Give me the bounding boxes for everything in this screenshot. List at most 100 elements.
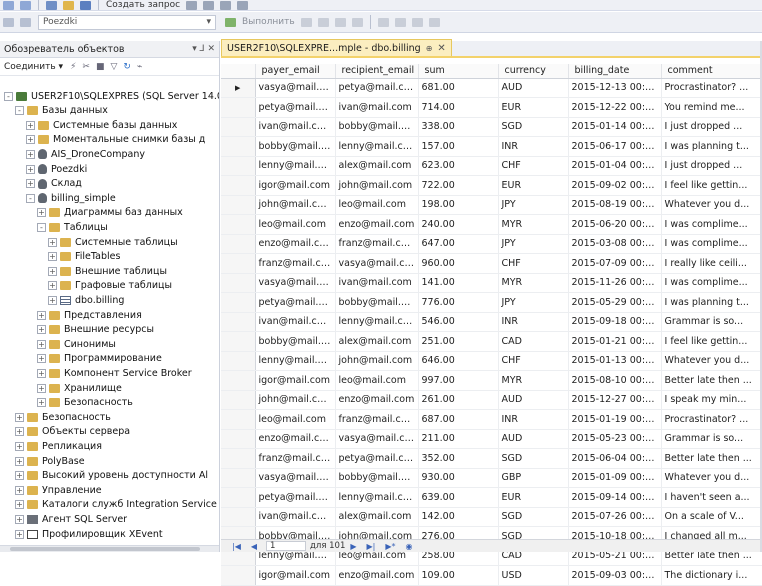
grid-cell-currency[interactable]: SGD [498,117,569,137]
table-row[interactable]: bobby@mail.c... lenny@mail.com 157.00 INR 20… [221,136,762,157]
grid-cell-billing-date[interactable]: 2015-07-09 00:0... [568,253,662,274]
grid-cell-comment[interactable]: I just dropped ... [661,156,762,176]
last-record-icon[interactable]: ▶| [367,542,376,551]
grid-cell-sum[interactable]: 198.00 [418,195,499,215]
table-row[interactable]: lenny@mail.com john@mail.com 646.00 CHF 2015… [221,351,762,371]
grid-cell-billing-date[interactable]: 2015-12-22 00:0... [568,97,662,118]
grid-cell-comment[interactable]: Better late then ... [661,370,762,391]
grid-cell-payer-email[interactable]: john@mail.com [255,195,336,215]
grid-cell-recipient-email[interactable]: petya@mail.com [335,78,419,98]
grid-cell-sum[interactable]: 930.00 [418,468,499,488]
grid-cell-recipient-email[interactable]: enzo@mail.com [335,214,419,235]
row-header[interactable]: ▶ [221,78,256,98]
grid-cell-currency[interactable]: SGD [498,507,569,527]
grid-cell-payer-email[interactable]: igor@mail.com [255,370,336,391]
row-header[interactable] [221,195,256,215]
grid-cell-comment[interactable]: I really like ceili... [661,253,762,274]
grid-cell-billing-date[interactable]: 2015-05-23 00:0... [568,429,662,449]
connect-button[interactable]: Соединить ▾ [4,62,63,72]
back-icon[interactable] [3,0,14,10]
grid-cell-comment[interactable]: I was complime... [661,273,762,293]
grid-cell-billing-date[interactable]: 2015-03-08 00:0... [568,234,662,254]
expand-icon[interactable]: + [26,135,35,145]
grid-cell-sum[interactable]: 997.00 [418,370,499,391]
uncomment-icon[interactable] [394,17,406,27]
tree-node[interactable]: + Компонент Service Broker [0,366,192,380]
tree-node[interactable]: + Репликация [0,439,102,453]
tree-node[interactable]: + Системные таблицы [0,235,178,249]
row-header[interactable] [221,565,256,586]
tree-node[interactable]: + Моментальные снимки базы д [0,133,205,147]
grid-cell-comment[interactable]: I was complime... [661,214,762,235]
grid-cell-currency[interactable]: MYR [498,273,569,293]
row-header[interactable] [221,429,256,449]
row-header[interactable] [221,409,256,430]
expand-icon[interactable]: + [48,237,57,247]
tree-node[interactable]: + Внешние таблицы [0,264,167,278]
table-row[interactable]: ivan@mail.com lenny@mail.com 546.00 INR 2015… [221,312,762,332]
results-grid-icon[interactable] [334,17,346,27]
grid-cell-payer-email[interactable]: igor@mail.com [255,175,336,196]
tree-node[interactable]: + Poezdki [0,162,87,176]
grid-cell-billing-date[interactable]: 2015-01-13 00:0... [568,351,662,371]
grid-cell-recipient-email[interactable]: enzo@mail.com [335,565,419,586]
grid-cell-recipient-email[interactable]: bobby@mail.c... [335,468,419,488]
row-header[interactable] [221,507,256,527]
row-header[interactable] [221,234,256,254]
grid-cell-currency[interactable]: INR [498,136,569,157]
new-query-button[interactable]: Создать запрос [106,0,180,10]
table-row[interactable]: igor@mail.com enzo@mail.com 109.00 USD 2015-… [221,565,762,586]
save-icon[interactable] [80,0,91,10]
grid-cell-recipient-email[interactable]: lenny@mail.com [335,487,419,508]
grid-cell-sum[interactable]: 261.00 [418,390,499,410]
grid-cell-sum[interactable]: 960.00 [418,253,499,274]
grid-cell-sum[interactable]: 211.00 [418,429,499,449]
next-record-icon[interactable]: ▶ [350,542,356,551]
grid-cell-recipient-email[interactable]: john@mail.com [335,351,419,371]
column-header[interactable]: billing_date [568,64,662,79]
close-icon[interactable]: ✕ [437,43,445,54]
grid-cell-comment[interactable]: Grammar is so... [661,312,762,332]
grid-cell-sum[interactable]: 776.00 [418,292,499,313]
grid-cell-billing-date[interactable]: 2015-07-26 00:0... [568,507,662,527]
indent-icon[interactable] [411,17,423,27]
tree-node[interactable]: + Управление [0,483,102,497]
expand-icon[interactable]: + [15,427,24,437]
grid-cell-comment[interactable]: I was planning t... [661,292,762,313]
expand-icon[interactable]: + [37,310,46,320]
expand-icon[interactable]: + [26,164,35,174]
row-header[interactable] [221,117,256,137]
expand-icon[interactable]: + [15,471,24,481]
connect-plug-icon[interactable]: ⚡ [70,62,76,72]
tree-node[interactable]: + Объекты сервера [0,425,130,439]
grid-cell-billing-date[interactable]: 2015-01-21 00:0... [568,331,662,352]
grid-cell-payer-email[interactable]: enzo@mail.com [255,429,336,449]
grid-cell-comment[interactable]: You remind me... [661,97,762,118]
grid-cell-billing-date[interactable]: 2015-01-19 00:0... [568,409,662,430]
tree-node[interactable]: + Внешние ресурсы [0,323,154,337]
grid-cell-currency[interactable]: EUR [498,97,569,118]
grid-cell-payer-email[interactable]: vasya@mail.com [255,78,336,98]
row-header[interactable] [221,351,256,371]
grid-cell-payer-email[interactable]: enzo@mail.com [255,234,336,254]
row-header[interactable] [221,292,256,313]
expand-icon[interactable]: + [15,412,24,422]
tree-node[interactable]: - USER2F10\SQLEXPRES (SQL Server 14.0. [0,89,219,103]
grid-cell-currency[interactable]: GBP [498,468,569,488]
row-header[interactable] [221,390,256,410]
table-row[interactable]: bobby@mail.c... alex@mail.com 251.00 CAD 201… [221,331,762,352]
table-row[interactable]: ivan@mail.com alex@mail.com 142.00 SGD 2015-… [221,507,762,527]
grid-cell-billing-date[interactable]: 2015-08-19 00:0... [568,195,662,215]
grid-cell-currency[interactable]: CAD [498,331,569,352]
grid-cell-currency[interactable]: INR [498,409,569,430]
grid-cell-payer-email[interactable]: vasya@mail.com [255,468,336,488]
grid-cell-currency[interactable]: EUR [498,487,569,508]
tree-node[interactable]: + Безопасность [0,396,133,410]
tree-node[interactable]: + Агент SQL Server [0,512,127,526]
tree-node[interactable]: + Диаграммы баз данных [0,206,183,220]
grid-cell-payer-email[interactable]: leo@mail.com [255,409,336,430]
expand-icon[interactable]: + [37,368,46,378]
row-header[interactable] [221,370,256,391]
expand-icon[interactable]: + [15,529,24,539]
column-header[interactable]: comment [661,64,762,79]
